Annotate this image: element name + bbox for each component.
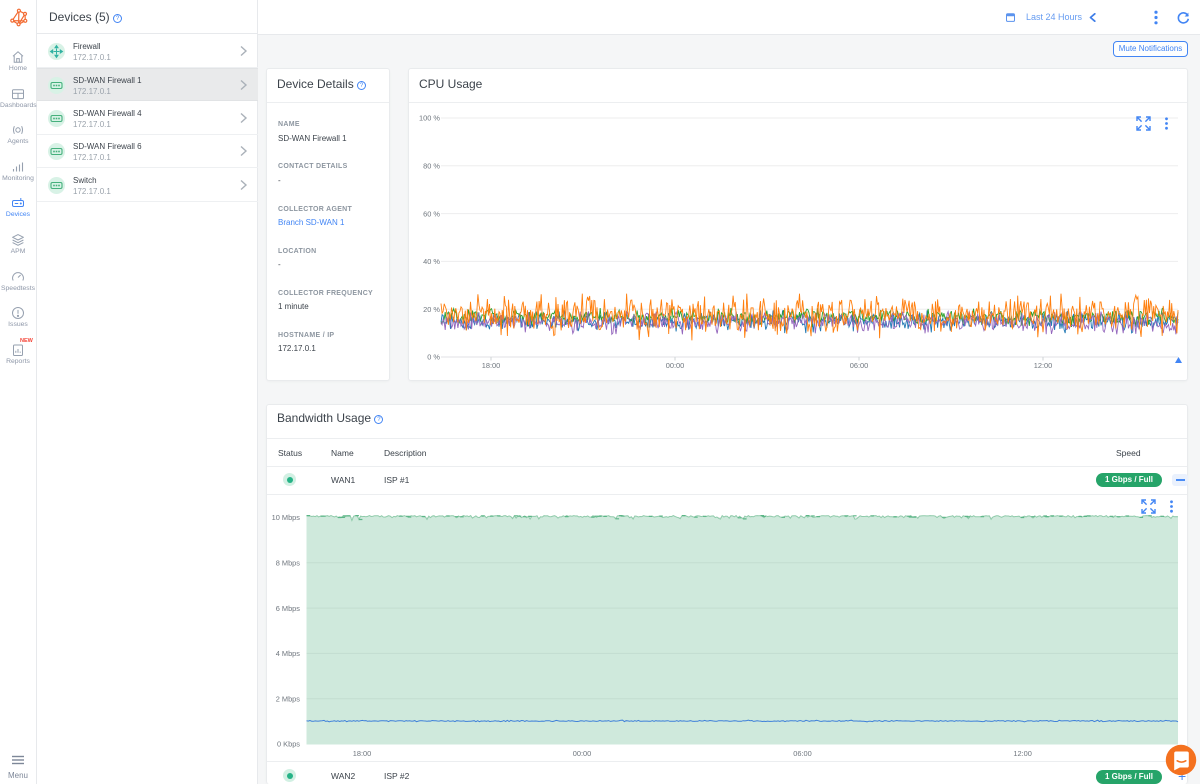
svg-text:2 Mbps: 2 Mbps <box>276 694 301 703</box>
svg-text:40 %: 40 % <box>423 257 440 266</box>
svg-text:60 %: 60 % <box>423 209 440 218</box>
svg-text:20 %: 20 % <box>423 305 440 314</box>
svg-text:100 %: 100 % <box>419 114 440 123</box>
svg-text:12:00: 12:00 <box>1013 749 1032 758</box>
svg-text:0 Kbps: 0 Kbps <box>277 740 300 749</box>
svg-text:0 %: 0 % <box>427 353 440 362</box>
svg-text:10 Mbps: 10 Mbps <box>272 513 301 522</box>
svg-text:18:00: 18:00 <box>353 749 372 758</box>
svg-text:06:00: 06:00 <box>793 749 812 758</box>
svg-text:8 Mbps: 8 Mbps <box>276 559 301 568</box>
svg-text:06:00: 06:00 <box>850 361 869 370</box>
svg-text:12:00: 12:00 <box>1034 361 1053 370</box>
svg-text:4 Mbps: 4 Mbps <box>276 649 301 658</box>
svg-text:18:00: 18:00 <box>482 361 501 370</box>
svg-text:00:00: 00:00 <box>666 361 685 370</box>
svg-text:00:00: 00:00 <box>573 749 592 758</box>
svg-text:80 %: 80 % <box>423 162 440 171</box>
svg-text:6 Mbps: 6 Mbps <box>276 604 301 613</box>
